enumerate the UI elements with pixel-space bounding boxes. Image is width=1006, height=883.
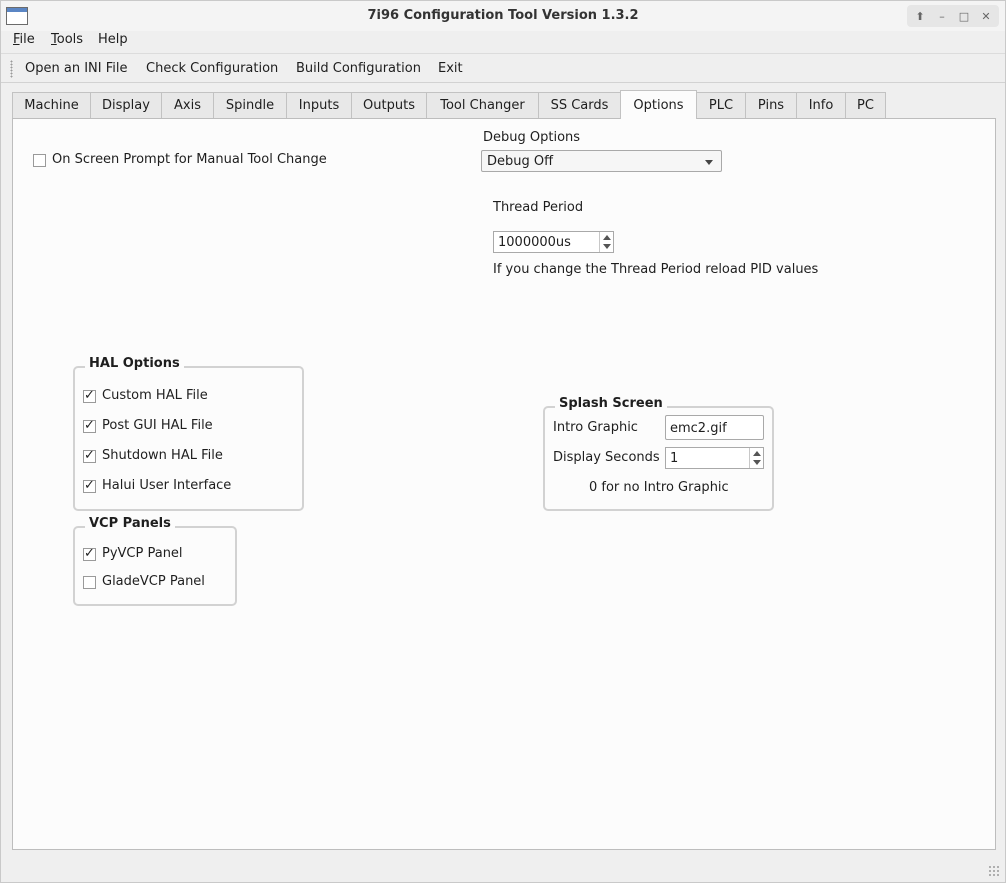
maximize-icon[interactable]: □	[955, 7, 973, 25]
tab-tool-changer[interactable]: Tool Changer	[426, 92, 539, 118]
menu-help[interactable]: Help	[98, 32, 128, 47]
pyvcp-panel-label: PyVCP Panel	[102, 546, 183, 561]
tab-plc[interactable]: PLC	[696, 92, 746, 118]
close-icon[interactable]: ✕	[977, 7, 995, 25]
menu-help-label: Help	[98, 32, 128, 47]
tab-ss-cards[interactable]: SS Cards	[538, 92, 621, 118]
toolbar-grip-icon[interactable]	[10, 60, 13, 78]
intro-graphic-value: emc2.gif	[670, 421, 727, 436]
custom-hal-file-checkbox[interactable]	[83, 388, 96, 403]
arrow-down-icon[interactable]	[753, 460, 761, 465]
debug-options-label: Debug Options	[483, 130, 581, 145]
chevron-down-icon	[705, 160, 713, 165]
tab-display[interactable]: Display	[90, 92, 162, 118]
menu-tools[interactable]: Tools	[51, 32, 83, 47]
thread-period-stepper[interactable]	[599, 232, 613, 252]
halui-user-interface-label: Halui User Interface	[102, 478, 232, 493]
shade-icon[interactable]: ⬆	[911, 7, 929, 25]
manual-tool-change-label: On Screen Prompt for Manual Tool Change	[52, 152, 327, 167]
display-seconds-spinbox[interactable]: 1	[665, 447, 764, 469]
debug-options-select[interactable]: Debug Off	[481, 150, 722, 172]
post-gui-hal-file-label: Post GUI HAL File	[102, 418, 213, 433]
tab-spindle[interactable]: Spindle	[213, 92, 287, 118]
hal-options-title: HAL Options	[85, 356, 184, 371]
display-seconds-label: Display Seconds	[553, 450, 660, 465]
thread-period-value: 1000000us	[498, 235, 571, 250]
tab-pc[interactable]: PC	[845, 92, 886, 118]
gladevcp-panel-label: GladeVCP Panel	[102, 574, 205, 589]
thread-period-spinbox[interactable]: 1000000us	[493, 231, 614, 253]
manual-tool-change-checkbox[interactable]	[33, 154, 46, 167]
vcp-panels-group: VCP Panels	[73, 516, 237, 606]
tab-outputs[interactable]: Outputs	[351, 92, 427, 118]
arrow-up-icon[interactable]	[603, 235, 611, 240]
window-controls: ⬆ – □ ✕	[907, 5, 999, 27]
gladevcp-panel-checkbox[interactable]	[83, 576, 96, 589]
build-configuration-button[interactable]: Build Configuration	[296, 61, 421, 76]
thread-period-label: Thread Period	[493, 200, 584, 215]
tab-axis[interactable]: Axis	[161, 92, 214, 118]
debug-options-value: Debug Off	[487, 154, 554, 169]
intro-graphic-input[interactable]: emc2.gif	[665, 415, 764, 440]
resize-grip-icon[interactable]	[988, 865, 1000, 877]
title-bar: 7i96 Configuration Tool Version 1.3.2 ⬆ …	[1, 1, 1005, 31]
window-title: 7i96 Configuration Tool Version 1.3.2	[367, 8, 639, 23]
tab-options[interactable]: Options	[620, 90, 697, 119]
vcp-panels-title: VCP Panels	[85, 516, 175, 531]
menu-file[interactable]: File	[13, 32, 35, 47]
toolbar: Open an INI File Check Configuration Bui…	[1, 53, 1005, 83]
halui-user-interface-checkbox[interactable]	[83, 478, 96, 493]
shutdown-hal-file-label: Shutdown HAL File	[102, 448, 223, 463]
check-configuration-button[interactable]: Check Configuration	[146, 61, 278, 76]
menu-file-label: ile	[19, 32, 35, 47]
arrow-down-icon[interactable]	[603, 244, 611, 249]
thread-period-note: If you change the Thread Period reload P…	[493, 262, 819, 277]
display-seconds-stepper[interactable]	[749, 448, 763, 468]
post-gui-hal-file-checkbox[interactable]	[83, 418, 96, 433]
minimize-icon[interactable]: –	[933, 7, 951, 25]
splash-screen-title: Splash Screen	[555, 396, 667, 411]
arrow-up-icon[interactable]	[753, 451, 761, 456]
custom-hal-file-label: Custom HAL File	[102, 388, 208, 403]
shutdown-hal-file-checkbox[interactable]	[83, 448, 96, 463]
intro-graphic-label: Intro Graphic	[553, 420, 638, 435]
menu-tools-label: ools	[56, 32, 84, 47]
tab-machine-label[interactable]: Machine	[12, 92, 91, 118]
tab-info[interactable]: Info	[796, 92, 846, 118]
display-seconds-value: 1	[670, 451, 679, 466]
tab-pins[interactable]: Pins	[745, 92, 797, 118]
exit-button[interactable]: Exit	[438, 61, 463, 76]
intro-graphic-note: 0 for no Intro Graphic	[589, 480, 729, 495]
open-ini-button[interactable]: Open an INI File	[25, 61, 127, 76]
menu-bar: File Tools Help	[1, 31, 1005, 51]
pyvcp-panel-checkbox[interactable]	[83, 546, 96, 561]
tab-inputs[interactable]: Inputs	[286, 92, 352, 118]
